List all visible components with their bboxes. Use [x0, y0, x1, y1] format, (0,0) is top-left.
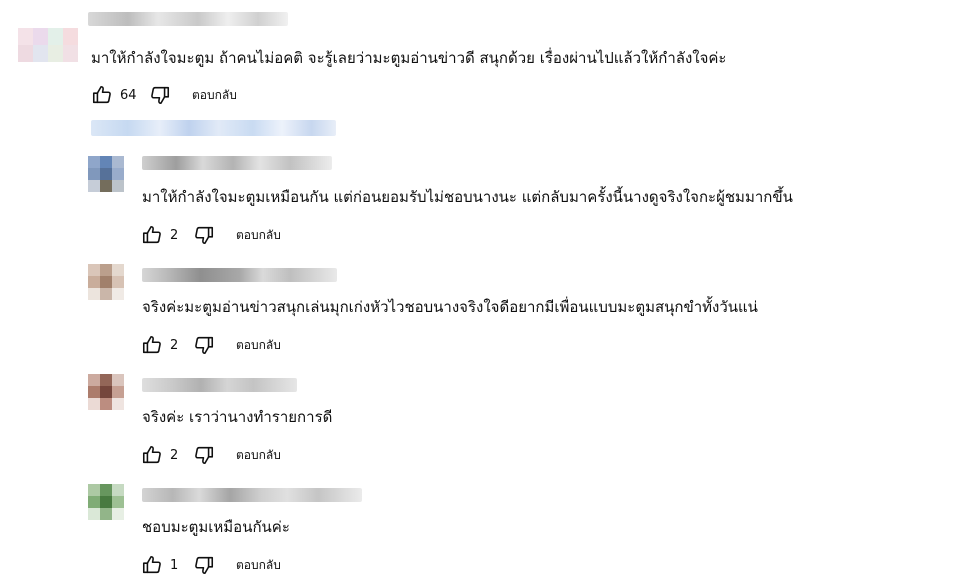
like-count: 64 [120, 87, 137, 103]
reply-item: มาให้กำลังใจมะตูมเหมือนกัน แต่ก่อนยอมรับ… [0, 150, 979, 260]
comment-text: จริงค่ะ เราว่านางทำรายการดี [142, 408, 333, 426]
reply-item: ชอบมะตูมเหมือนกันค่ะ 1 ตอบกลับ [0, 480, 979, 588]
like-count: 1 [170, 557, 179, 573]
thumb-up-icon[interactable] [140, 443, 164, 467]
thumb-down-icon[interactable] [148, 83, 172, 107]
comment-author[interactable] [142, 268, 337, 282]
avatar[interactable] [88, 484, 124, 520]
reply-button[interactable]: ตอบกลับ [192, 86, 237, 105]
comment-author[interactable] [142, 156, 332, 170]
like-count: 2 [170, 227, 179, 243]
comment-text: ชอบมะตูมเหมือนกันค่ะ [142, 518, 290, 536]
comment-actions: 64 ตอบกลับ [90, 83, 237, 107]
thumb-up-icon[interactable] [140, 223, 164, 247]
thumb-up-icon[interactable] [90, 83, 114, 107]
comment-actions: 2 ตอบกลับ [140, 333, 281, 357]
comment-actions: 2 ตอบกลับ [140, 223, 281, 247]
thumb-down-icon[interactable] [192, 223, 216, 247]
like-count: 2 [170, 447, 179, 463]
comment-author[interactable] [142, 378, 297, 392]
thumb-down-icon[interactable] [192, 443, 216, 467]
comment-text: จริงค่ะมะตูมอ่านข่าวสนุกเล่นมุกเก่งหัวไว… [142, 298, 758, 316]
comment-text: มาให้กำลังใจมะตูม ถ้าคนไม่อคติ จะรู้เลยว… [91, 49, 727, 67]
reply-button[interactable]: ตอบกลับ [236, 336, 281, 355]
avatar[interactable] [88, 374, 124, 410]
top-comment: มาให้กำลังใจมะตูม ถ้าคนไม่อคติ จะรู้เลยว… [0, 0, 979, 120]
avatar[interactable] [18, 28, 78, 62]
comments-section: มาให้กำลังใจมะตูม ถ้าคนไม่อคติ จะรู้เลยว… [0, 0, 979, 588]
reply-item: จริงค่ะมะตูมอ่านข่าวสนุกเล่นมุกเก่งหัวไว… [0, 260, 979, 370]
comment-author[interactable] [88, 12, 288, 26]
avatar[interactable] [88, 156, 124, 192]
thumb-down-icon[interactable] [192, 333, 216, 357]
reply-button[interactable]: ตอบกลับ [236, 446, 281, 465]
reply-item: จริงค่ะ เราว่านางทำรายการดี 2 ตอบกลับ [0, 370, 979, 480]
like-count: 2 [170, 337, 179, 353]
avatar[interactable] [88, 264, 124, 300]
thumb-up-icon[interactable] [140, 333, 164, 357]
comment-text: มาให้กำลังใจมะตูมเหมือนกัน แต่ก่อนยอมรับ… [142, 188, 793, 206]
replies-toggle[interactable] [91, 120, 336, 136]
reply-button[interactable]: ตอบกลับ [236, 556, 281, 575]
comment-actions: 1 ตอบกลับ [140, 553, 281, 577]
comment-actions: 2 ตอบกลับ [140, 443, 281, 467]
thumb-down-icon[interactable] [192, 553, 216, 577]
reply-button[interactable]: ตอบกลับ [236, 226, 281, 245]
thumb-up-icon[interactable] [140, 553, 164, 577]
comment-author[interactable] [142, 488, 362, 502]
